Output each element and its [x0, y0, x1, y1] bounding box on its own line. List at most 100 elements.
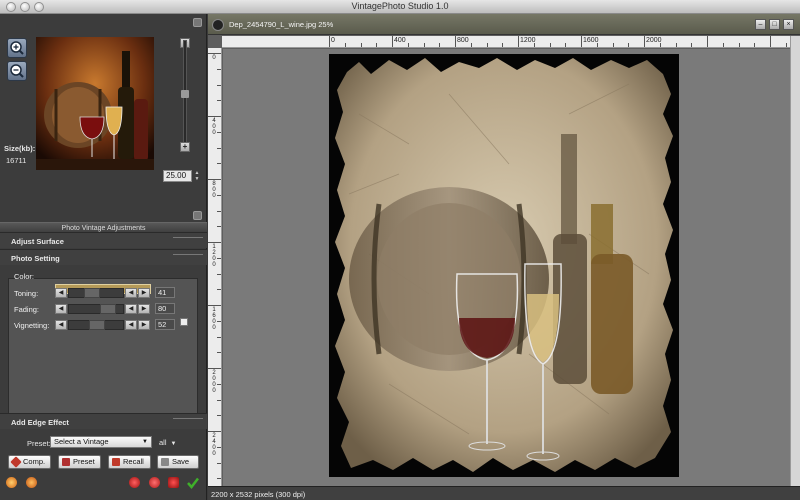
toning-increase-button[interactable]: ▶: [138, 288, 150, 298]
document-icon: [212, 19, 224, 31]
ruler-tick: [455, 36, 456, 47]
apply-check-icon[interactable]: [187, 477, 199, 489]
vintage-preset-select[interactable]: Select a Vintage ▼: [50, 436, 152, 448]
toning-label: Toning:: [14, 289, 39, 298]
vertical-ruler: 0 400 800 1200 1600 2000 2400: [208, 48, 222, 486]
ruler-tick: [675, 43, 677, 47]
section-divider: [173, 237, 203, 244]
ruler-tick: [329, 36, 330, 47]
section-adjust-surface[interactable]: Adjust Surface: [0, 232, 207, 248]
ruler-label: 800: [457, 37, 469, 44]
fading-increase-button[interactable]: ▶: [138, 304, 150, 314]
color-label: Color:: [14, 272, 35, 281]
toning-step-left-button[interactable]: ◀: [125, 288, 137, 298]
vintage-preset-value: Select a Vintage: [54, 437, 109, 446]
section-add-edge-effect[interactable]: Add Edge Effect: [0, 413, 207, 429]
document-area: Dep_2454790_L_wine.jpg 25% – □ × 0 400 800…: [208, 14, 800, 500]
adjustments-pin-icon[interactable]: [193, 211, 202, 220]
image-dimensions-status: 2200 x 2532 pixels (300 dpi): [211, 490, 306, 499]
ruler-tick: [208, 179, 221, 180]
preset-icon: [62, 458, 70, 466]
fading-decrease-button[interactable]: ◀: [55, 304, 67, 314]
sun-icon[interactable]: [6, 477, 17, 488]
ruler-label: 400: [212, 118, 216, 136]
vignetting-decrease-button[interactable]: ◀: [55, 320, 67, 330]
fading-slider-handle[interactable]: [100, 304, 116, 314]
ruler-tick: [518, 36, 519, 47]
toning-decrease-button[interactable]: ◀: [55, 288, 67, 298]
ruler-tick: [407, 43, 409, 47]
doc-maximize-button[interactable]: □: [769, 19, 780, 30]
ruler-tick: [217, 84, 221, 86]
vintage-photo-canvas[interactable]: [329, 54, 679, 477]
ruler-tick: [217, 399, 221, 401]
navigator-pin-icon[interactable]: [193, 18, 202, 27]
dice-icon[interactable]: [129, 477, 140, 488]
recall-button[interactable]: Recall: [108, 455, 151, 469]
vignetting-slider-handle[interactable]: [89, 320, 105, 330]
ruler-tick: [208, 305, 221, 306]
ruler-tick: [217, 336, 221, 338]
ruler-tick: [217, 289, 221, 291]
ruler-tick: [502, 43, 504, 47]
vignetting-step-left-button[interactable]: ◀: [125, 320, 137, 330]
navigator-thumbnail[interactable]: [36, 37, 154, 170]
ruler-tick: [217, 147, 221, 149]
ruler-tick: [217, 462, 221, 464]
adjustments-panel-title: Photo Vintage Adjustments: [61, 225, 146, 232]
ruler-tick: [208, 431, 221, 432]
ruler-tick: [217, 131, 221, 133]
toning-value-input[interactable]: 41: [155, 287, 175, 298]
save-button[interactable]: Save: [157, 455, 199, 469]
fading-step-left-button[interactable]: ◀: [125, 304, 137, 314]
ruler-tick: [217, 273, 221, 275]
comp-icon: [10, 456, 22, 468]
doc-close-button[interactable]: ×: [783, 19, 794, 30]
ruler-label: 2400: [212, 433, 216, 457]
ruler-tick: [360, 43, 362, 47]
ruler-tick: [217, 210, 221, 212]
section-divider: [173, 254, 203, 261]
toning-slider-handle[interactable]: [84, 288, 100, 298]
zoom-stepper[interactable]: ▲ ▼: [193, 170, 201, 182]
sun-small-icon[interactable]: [26, 477, 37, 488]
ruler-label: 0: [331, 37, 335, 44]
vignetting-label: Vignetting:: [14, 321, 50, 330]
vertical-scrollbar[interactable]: [790, 36, 800, 486]
ruler-tick: [628, 43, 630, 47]
vignetting-value-input[interactable]: 52: [155, 319, 175, 330]
delete-icon[interactable]: [168, 477, 179, 488]
cancel-icon[interactable]: [149, 477, 160, 488]
zoom-out-button[interactable]: [7, 61, 27, 81]
vignetting-increase-button[interactable]: ▶: [138, 320, 150, 330]
ruler-tick: [217, 446, 221, 448]
ruler-tick: [217, 100, 221, 102]
document-tab[interactable]: Dep_2454790_L_wine.jpg 25% – □ ×: [208, 14, 800, 35]
ruler-tick: [344, 43, 346, 47]
zoom-value-input[interactable]: 25.00: [163, 170, 192, 182]
section-photo-setting-label: Photo Setting: [11, 254, 60, 263]
zoom-in-button[interactable]: [7, 38, 27, 58]
ruler-tick: [565, 43, 567, 47]
ruler-tick: [612, 43, 614, 47]
fading-checkbox[interactable]: [180, 318, 188, 326]
ruler-label: 2000: [212, 370, 216, 394]
fading-value-input[interactable]: 80: [155, 303, 175, 314]
ruler-tick: [785, 43, 787, 47]
section-photo-setting[interactable]: Photo Setting: [0, 249, 207, 265]
doc-minimize-button[interactable]: –: [755, 19, 766, 30]
preset-button[interactable]: Preset: [58, 455, 101, 469]
zoom-slider-handle[interactable]: [181, 90, 189, 98]
preset-filter-select[interactable]: all ▼: [159, 438, 176, 447]
app-title: VintagePhoto Studio 1.0: [351, 1, 449, 11]
ruler-tick: [217, 163, 221, 165]
comp-button[interactable]: Comp.: [8, 455, 51, 469]
recall-button-label: Recall: [123, 457, 144, 466]
zoom-plus-button[interactable]: +: [180, 142, 190, 152]
left-panel: − + Size(kb): 16711 25.00 ▲▼ Photo Vinta…: [0, 14, 207, 500]
ruler-tick: [208, 242, 221, 243]
ruler-tick: [217, 257, 221, 259]
vintage-wine-image: [335, 58, 673, 472]
status-bar: 2200 x 2532 pixels (300 dpi): [208, 486, 800, 500]
ruler-tick: [208, 53, 221, 54]
